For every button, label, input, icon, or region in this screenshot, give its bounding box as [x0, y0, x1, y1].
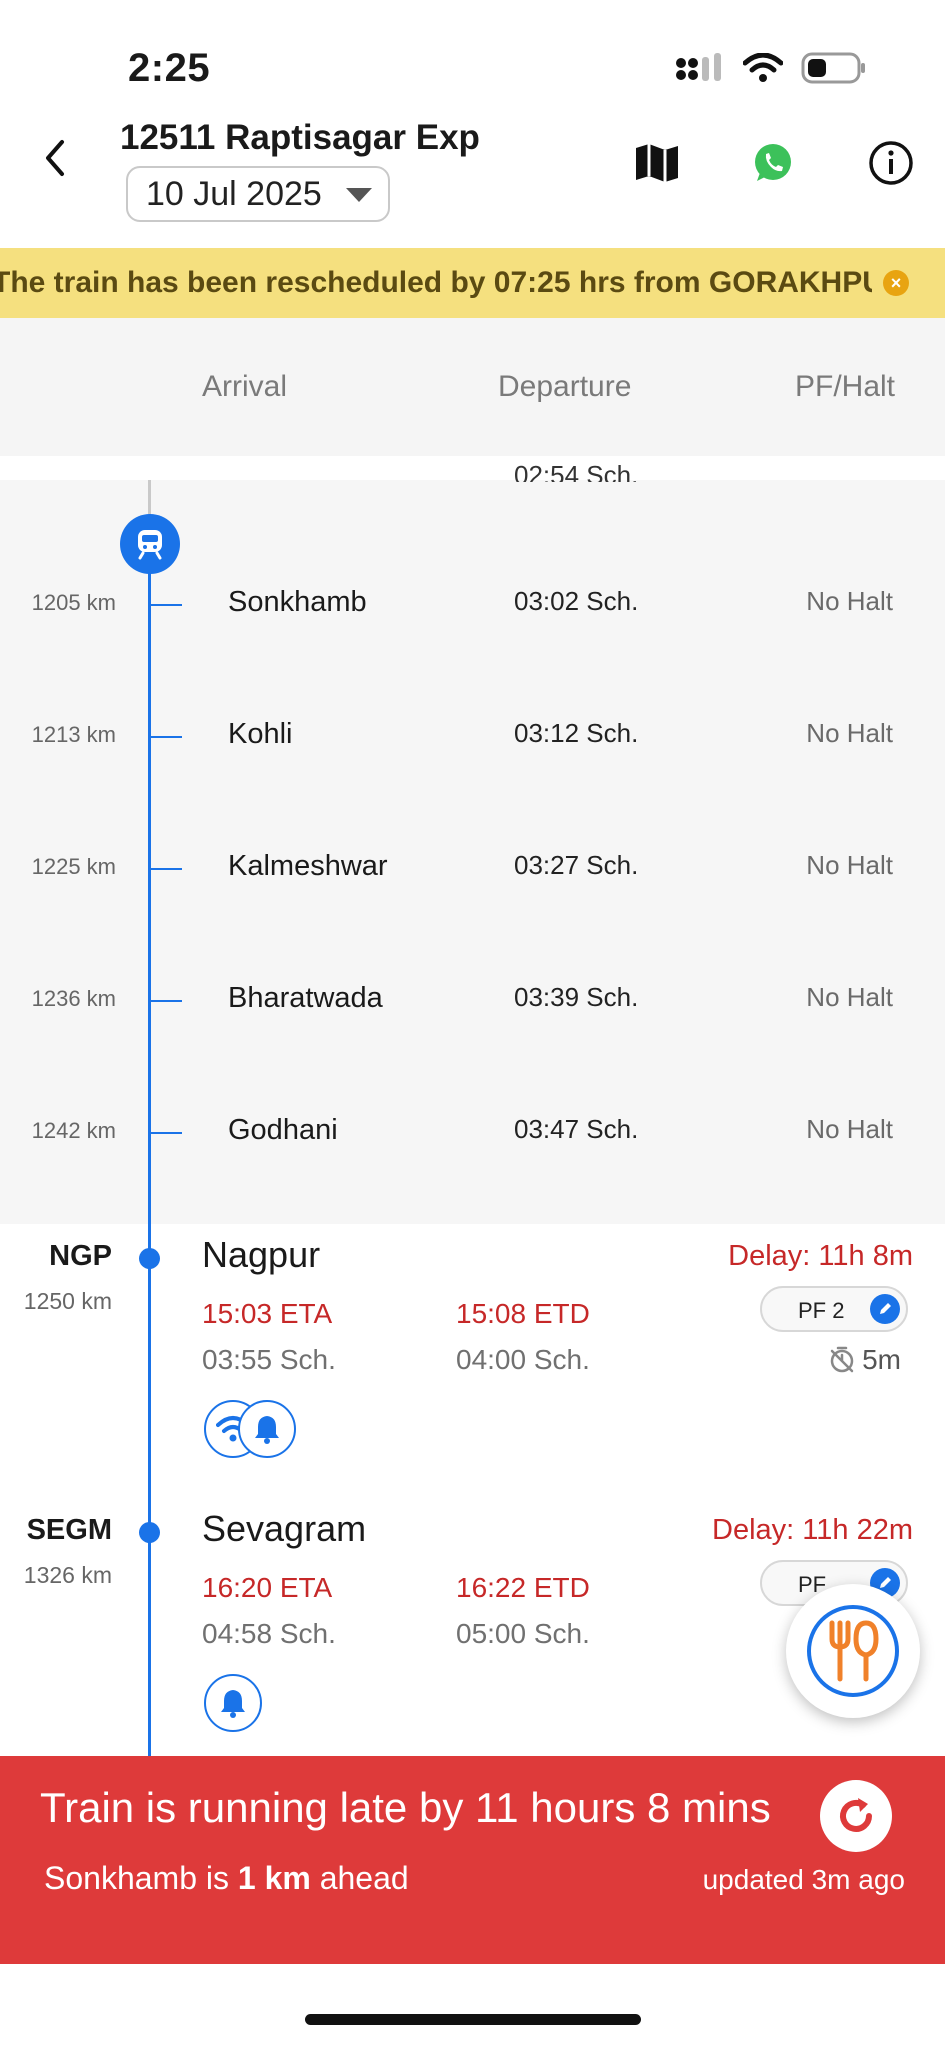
list-item[interactable]: 1242 km Godhani 03:47 Sch. No Halt — [0, 1100, 945, 1160]
food-order-button[interactable] — [786, 1584, 920, 1718]
station-dot — [139, 1522, 160, 1543]
bell-icon — [221, 1690, 245, 1718]
train-position-marker — [120, 514, 180, 574]
platform-badge[interactable]: PF 2 — [760, 1286, 908, 1332]
date-value: 10 Jul 2025 — [146, 174, 322, 213]
back-button[interactable] — [30, 128, 80, 188]
arrival-schedule: 03:55 Sch. — [202, 1344, 336, 1375]
battery-icon — [801, 52, 865, 84]
updated-time: updated 3m ago — [702, 1864, 905, 1895]
train-icon — [138, 530, 162, 560]
banner-text: The train has been rescheduled by 07:25 … — [0, 266, 872, 299]
whatsapp-button[interactable] — [746, 136, 800, 190]
eta-text: 15:03 ETA — [202, 1298, 333, 1329]
station-code: NGP — [49, 1240, 112, 1272]
status-time: 2:25 — [128, 46, 211, 90]
map-icon — [636, 144, 678, 182]
departure-schedule: 05:00 Sch. — [456, 1618, 590, 1649]
running-status-bar: Train is running late by 11 hours 8 mins… — [0, 1756, 945, 1964]
alarm-button[interactable] — [238, 1400, 296, 1458]
station-km: 1250 km — [23, 1288, 112, 1314]
etd-text: 15:08 ETD — [456, 1298, 590, 1329]
station-code: SEGM — [26, 1514, 112, 1546]
cut-off-schedule: 02:54 Sch. — [514, 460, 639, 482]
arrival-schedule: 04:58 Sch. — [202, 1618, 336, 1649]
departure-header: Departure — [498, 370, 632, 403]
etd-text: 16:22 ETD — [456, 1572, 590, 1603]
edit-icon[interactable] — [870, 1294, 900, 1324]
info-icon — [869, 141, 913, 185]
wifi-status-icon — [743, 53, 783, 82]
arrival-header: Arrival — [202, 370, 288, 403]
signal-icon — [676, 53, 721, 81]
timer-icon — [830, 1346, 854, 1373]
list-item[interactable]: 1205 km Sonkhamb 03:02 Sch. No Halt — [0, 572, 945, 632]
back-icon — [46, 140, 64, 176]
running-late-message: Train is running late by 11 hours 8 mins — [40, 1784, 771, 1831]
whatsapp-icon — [755, 144, 791, 181]
delay-text: Delay: 11h 8m — [728, 1240, 913, 1272]
bell-icon — [255, 1416, 279, 1444]
list-item[interactable]: 1236 km Bharatwada 03:39 Sch. No Halt — [0, 968, 945, 1028]
status-bar: 2:25 — [0, 0, 945, 110]
pf-halt-header: PF/Halt — [795, 370, 896, 403]
list-item[interactable]: 1213 km Kohli 03:12 Sch. No Halt — [0, 704, 945, 764]
position-ahead: Sonkhamb is 1 km ahead — [44, 1860, 409, 1896]
status-icons — [675, 52, 867, 84]
station-name: Sevagram — [202, 1508, 367, 1549]
station-nagpur[interactable]: NGP 1250 km Nagpur Delay: 11h 8m 15:03 E… — [0, 1234, 945, 1510]
station-dot — [139, 1248, 160, 1269]
refresh-icon — [840, 1798, 872, 1832]
food-icon — [829, 1620, 879, 1682]
platform-label: PF 2 — [798, 1298, 845, 1323]
eta-text: 16:20 ETA — [202, 1572, 333, 1603]
departure-schedule: 04:00 Sch. — [456, 1344, 590, 1375]
refresh-button[interactable] — [820, 1780, 892, 1852]
station-km: 1326 km — [23, 1562, 112, 1588]
train-title: 12511 Raptisagar Exp — [120, 118, 480, 157]
list-item[interactable]: 1225 km Kalmeshwar 03:27 Sch. No Halt — [0, 836, 945, 896]
home-indicator[interactable] — [305, 2014, 641, 2025]
map-button[interactable] — [630, 136, 684, 190]
alarm-button[interactable] — [204, 1674, 262, 1732]
close-icon[interactable]: × — [883, 270, 909, 296]
date-selector[interactable]: 10 Jul 2025 — [126, 166, 390, 222]
column-header: Arrival Departure PF/Halt — [0, 318, 945, 456]
delay-text: Delay: 11h 22m — [712, 1514, 913, 1546]
info-button[interactable] — [864, 136, 918, 190]
reschedule-banner: The train has been rescheduled by 07:25 … — [0, 248, 945, 318]
halt-value: 5m — [862, 1344, 901, 1375]
station-name: Nagpur — [202, 1234, 321, 1275]
halt-duration: 5m — [828, 1344, 901, 1376]
chevron-down-icon — [346, 188, 372, 202]
header: 12511 Raptisagar Exp 10 Jul 2025 — [0, 110, 945, 248]
